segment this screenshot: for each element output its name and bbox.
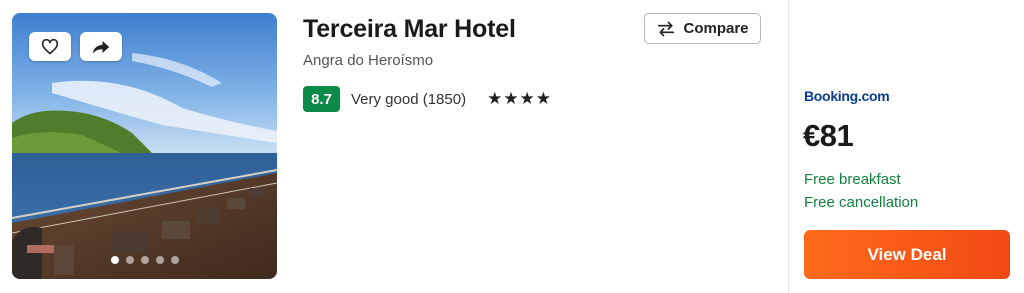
divider: [788, 0, 789, 293]
carousel-dot[interactable]: [170, 256, 179, 264]
favorite-button[interactable]: [29, 32, 71, 61]
carousel-dot[interactable]: [110, 256, 119, 264]
carousel-dot[interactable]: [125, 256, 134, 264]
swap-arrows-icon: [658, 21, 675, 36]
rating-row: 8.7 Very good (1850) ★★★★: [303, 86, 552, 112]
star-rating: ★★★★: [487, 89, 553, 109]
perk-free-cancellation: Free cancellation: [804, 194, 919, 211]
share-arrow-icon: [92, 40, 110, 54]
review-rating-text: Very good (1850): [351, 90, 467, 108]
perk-free-breakfast: Free breakfast: [804, 171, 901, 188]
carousel-dot[interactable]: [140, 256, 149, 264]
hotel-photo[interactable]: [12, 13, 277, 279]
hotel-result-card: Terceira Mar Hotel Angra do Heroísmo 8.7…: [0, 0, 1024, 293]
compare-button[interactable]: Compare: [644, 13, 761, 44]
heart-icon: [41, 38, 59, 54]
hotel-location: Angra do Heroísmo: [303, 52, 434, 69]
review-score-badge: 8.7: [303, 86, 340, 112]
price: €81: [803, 118, 854, 153]
compare-label: Compare: [683, 20, 749, 37]
share-button[interactable]: [80, 32, 122, 61]
hotel-name[interactable]: Terceira Mar Hotel: [303, 15, 516, 44]
carousel-dot[interactable]: [155, 256, 164, 264]
provider-logo: Booking.com: [804, 88, 890, 104]
photo-carousel-dots: [12, 256, 277, 264]
view-deal-button[interactable]: View Deal: [804, 230, 1010, 279]
